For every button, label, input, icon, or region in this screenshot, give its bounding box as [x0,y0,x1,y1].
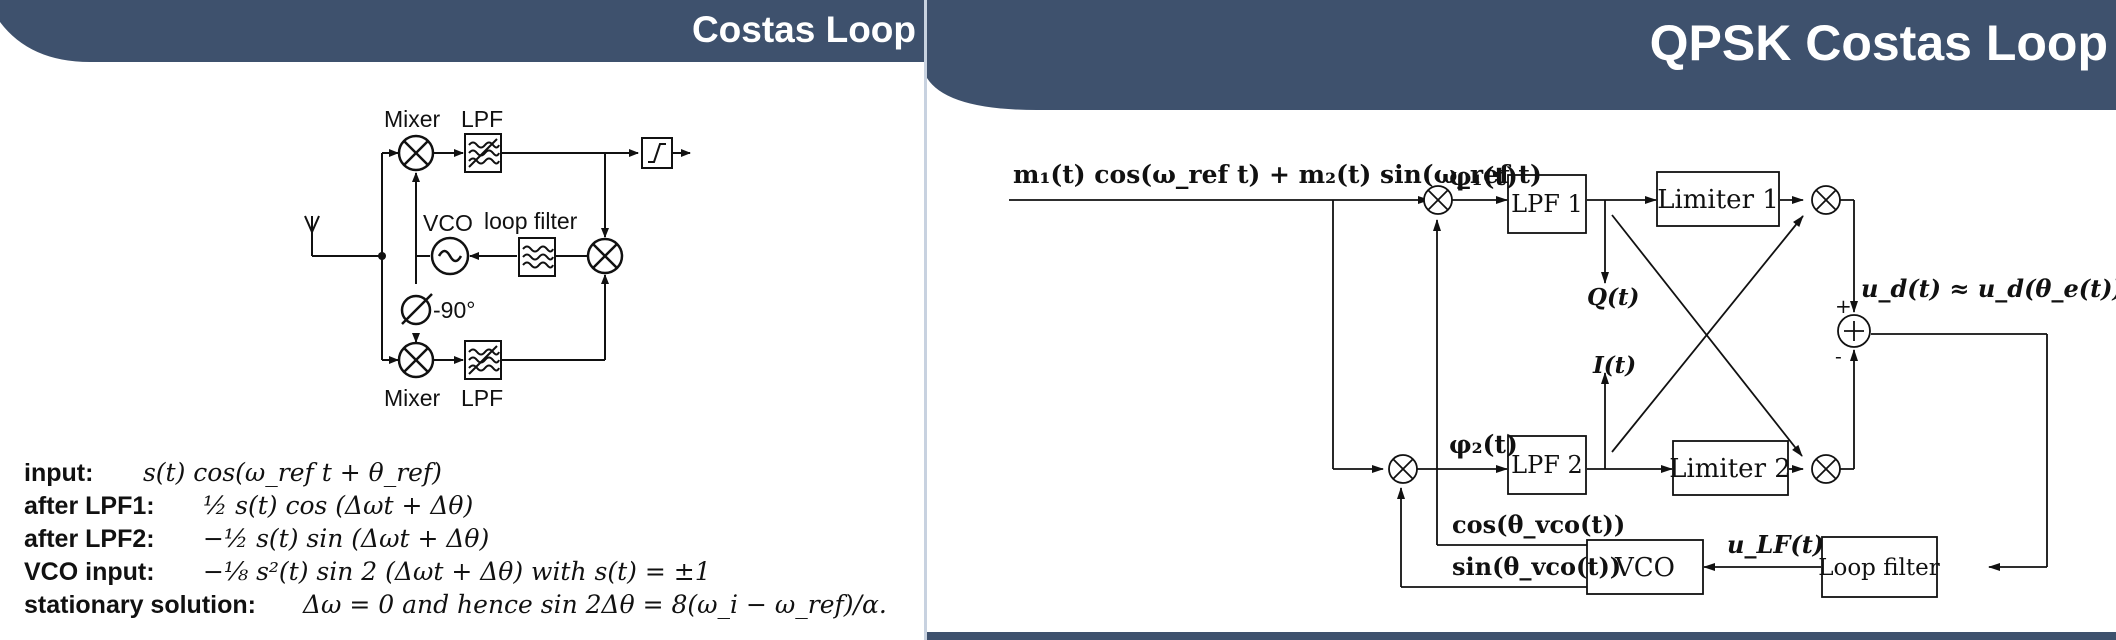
loop-filter-label: loop filter [484,208,578,234]
equation-label: VCO input: [24,558,155,586]
phi2-label: φ₂(t) [1449,430,1518,459]
equation-label: stationary solution: [24,591,256,619]
left-slide: Costas Loop Mixer LPF VCO loop filter -9… [0,0,924,640]
mixer-top-label: Mixer [384,106,441,132]
equation-lpf1: after LPF1: ½ s(t) cos (Δωt + Δθ) [24,489,887,522]
loop-filter-label: Loop filter [1818,555,1940,581]
i-label: I(t) [1592,352,1636,379]
equation-expr: ½ s(t) cos (Δωt + Δθ) [202,491,474,520]
right-slide: QPSK Costas Loop m₁(t) cos(ω_ref t) + m₂… [924,0,2116,640]
ulf-label: u_LF(t) [1727,530,1824,559]
equation-expr: Δω = 0 and hence sin 2Δθ = 8(ω_i − ω_ref… [302,590,887,619]
equation-lpf2: after LPF2: −½ s(t) sin (Δωt + Δθ) [24,522,887,555]
equation-expr: −⅛ s²(t) sin 2 (Δωt + Δθ) with s(t) = ±1 [202,557,711,586]
vco-label: VCO [1614,553,1675,583]
minus-sign: - [1835,344,1842,368]
equation-input: input: s(t) cos(ω_ref t + θ_ref) [24,456,887,489]
multiplier-top-icon [1423,185,1453,215]
vco-icon [430,236,470,276]
decision-icon [641,137,673,169]
ud-label: u_d(t) ≈ u_d(θ_e(t)) [1861,274,2116,303]
lpf2-label: LPF 2 [1511,451,1583,479]
antenna-icon [304,215,320,256]
lpf1-label: LPF 1 [1511,190,1583,218]
plus-sign: + [1835,294,1852,318]
lpf-top-label: LPF [461,106,503,132]
mixer-bottom-label: Mixer [384,385,441,411]
multiplier-bottom-icon [1388,454,1418,484]
equation-label: after LPF2: [24,525,155,553]
qpsk-costas-diagram: m₁(t) cos(ω_ref t) + m₂(t) sin(ω_ref t) … [1009,160,2116,598]
cos-vco-label: cos(θ_vco(t)) [1452,510,1625,539]
mixer-bottom-icon [397,341,435,379]
equation-label: after LPF1: [24,492,155,520]
phase-shifter-icon [400,293,433,326]
equation-expr: −½ s(t) sin (Δωt + Δθ) [202,524,490,553]
vco-label: VCO [423,210,473,236]
phi1-label: φ₁(t) [1449,162,1518,191]
equation-label: input: [24,459,94,487]
summer-icon [1837,314,1871,348]
sin-vco-label: sin(θ_vco(t)) [1452,552,1621,581]
phase-shift-label: -90° [433,297,475,323]
lpf-top-icon [464,133,502,173]
limiter2-label: Limiter 2 [1669,454,1791,484]
lpf-bottom-icon [464,340,502,380]
multiplier-limiter2-icon [1811,454,1841,484]
equation-vco-input: VCO input: −⅛ s²(t) sin 2 (Δωt + Δθ) wit… [24,555,887,588]
lpf-bottom-label: LPF [461,385,503,411]
multiplier-limiter1-icon [1811,185,1841,215]
equation-list: input: s(t) cos(ω_ref t + θ_ref) after L… [24,456,887,621]
mixer-right-icon [586,237,624,275]
equation-expr: s(t) cos(ω_ref t + θ_ref) [142,458,442,487]
loop-filter-icon [518,237,556,277]
limiter1-label: Limiter 1 [1657,185,1779,215]
mixer-top-icon [397,134,435,172]
equation-stationary: stationary solution: Δω = 0 and hence si… [24,588,887,621]
q-label: Q(t) [1587,284,1639,311]
